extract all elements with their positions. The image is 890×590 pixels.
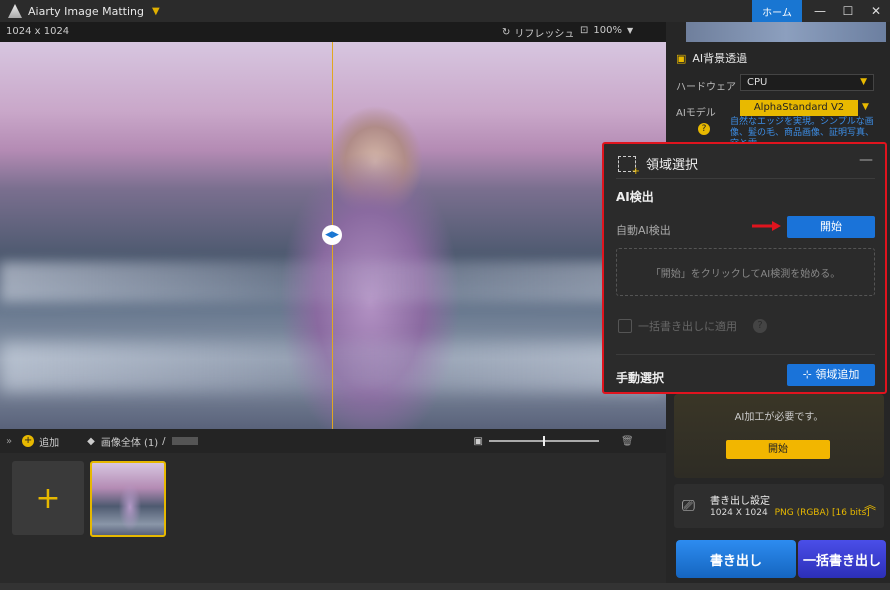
batch-apply-row: 一括書き出しに適用 ?	[618, 318, 767, 334]
batch-export-button[interactable]: 一括書き出し	[798, 540, 886, 578]
photo-wave	[0, 262, 666, 302]
thumb-size-slider[interactable]	[489, 436, 599, 446]
chevron-down-icon[interactable]: ▼	[862, 102, 869, 112]
slider-handle[interactable]	[543, 436, 545, 446]
breadcrumb-filename-blurred	[171, 437, 198, 445]
popup-title-text: 領域選択	[646, 158, 699, 173]
add-region-button[interactable]: ⊹ 領域追加	[787, 364, 875, 386]
app-window: Aiarty Image Matting ▼ ホーム — ☐ ✕ 1024 x …	[0, 0, 890, 590]
popup-title: + 領域選択	[618, 154, 699, 177]
refresh-button[interactable]: ↻ リフレッシュ	[502, 25, 574, 40]
minimize-icon[interactable]: —	[806, 0, 834, 22]
batch-apply-checkbox[interactable]	[618, 319, 632, 333]
image-icon: ▣	[473, 435, 483, 447]
photo-wave	[0, 342, 666, 392]
detect-hint-box: 「開始」をクリックしてAI検測を始める。	[616, 248, 875, 296]
bg-removal-icon: ▣	[676, 51, 687, 65]
add-label[interactable]: 追加	[39, 434, 59, 449]
chevron-down-icon[interactable]: ▼	[152, 6, 160, 17]
region-select-icon: +	[618, 155, 640, 177]
start-detect-button[interactable]: 開始	[787, 216, 875, 238]
image-thumbnail[interactable]	[90, 461, 166, 537]
thumbnail-toolbar: » + 追加 ◆ 画像全体 (1) / ▣ 🗑	[0, 429, 666, 453]
hardware-label: ハードウェア	[676, 82, 736, 93]
trash-icon[interactable]: 🗑	[621, 436, 634, 447]
canvas-toolbar: 1024 x 1024 ↻ リフレッシュ ⊡ 100% ▼	[0, 22, 666, 42]
back-arrow-icon[interactable]: ◆	[87, 436, 95, 447]
preview-strip	[686, 22, 886, 42]
export-settings-icon: ⎚	[682, 496, 695, 515]
manual-select-heading: 手動選択	[616, 371, 665, 385]
app-logo-icon	[8, 4, 22, 18]
zoom-fit-icon: ⊡	[580, 25, 589, 36]
model-label: AIモデル	[676, 108, 716, 119]
ai-start-button[interactable]: 開始	[726, 440, 830, 459]
compare-handle-icon[interactable]: ◀▶	[322, 225, 342, 245]
export-size: 1024 X 1024	[710, 508, 768, 518]
model-select[interactable]: AlphaStandard V2	[740, 100, 858, 116]
breadcrumb-separator: /	[162, 435, 166, 447]
home-button[interactable]: ホーム	[752, 0, 802, 22]
add-image-tile[interactable]: +	[12, 461, 84, 535]
hardware-select[interactable]: CPU ▼	[740, 74, 874, 91]
export-settings[interactable]: ⎚ 書き出し設定 1024 X 1024 PNG (RGBA) [16 bits…	[674, 484, 884, 528]
chevron-down-icon: ▼	[860, 77, 867, 87]
section-title: AI背景透過	[692, 52, 748, 65]
help-icon[interactable]: ?	[698, 123, 710, 135]
breadcrumb-all-images[interactable]: 画像全体 (1)	[101, 434, 158, 449]
image-dimensions: 1024 x 1024	[6, 26, 70, 37]
help-icon[interactable]: ?	[753, 319, 767, 333]
export-format: PNG (RGBA) [16 bits]	[774, 508, 870, 518]
hardware-value: CPU	[747, 77, 768, 88]
app-title: Aiarty Image Matting	[28, 4, 144, 18]
close-icon[interactable]: ✕	[862, 0, 890, 22]
ai-detect-heading: AI検出	[616, 190, 654, 204]
add-region-label: 領域追加	[815, 368, 860, 381]
chevron-up-icon[interactable]: ︽	[864, 496, 876, 513]
export-info: 1024 X 1024 PNG (RGBA) [16 bits]	[710, 508, 870, 518]
bg-removal-section-title: ▣ AI背景透過	[676, 50, 747, 66]
export-title: 書き出し設定	[710, 496, 770, 507]
refresh-label: リフレッシュ	[514, 29, 575, 40]
ai-needed-text: AI加工が必要です。	[734, 412, 824, 423]
export-button[interactable]: 書き出し	[676, 540, 796, 578]
chevron-down-icon: ▼	[626, 26, 634, 35]
add-region-icon: ⊹	[802, 368, 812, 381]
divider	[616, 178, 875, 179]
auto-detect-label: 自動AI検出	[616, 224, 671, 237]
ai-process-panel: AI加工が必要です。 開始	[674, 394, 884, 478]
refresh-icon: ↻	[502, 27, 511, 38]
status-bar	[0, 583, 890, 590]
divider	[616, 354, 875, 355]
red-arrow-icon	[752, 221, 781, 231]
region-select-popup: + 領域選択 — AI検出 自動AI検出 開始 「開始」をクリックしてAI検測を…	[602, 142, 887, 394]
thumbnail-strip: +	[0, 453, 666, 583]
add-icon[interactable]: +	[22, 435, 35, 447]
minimize-popup-icon[interactable]: —	[859, 152, 873, 168]
collapse-icon[interactable]: »	[6, 436, 12, 447]
title-bar: Aiarty Image Matting ▼ ホーム — ☐ ✕	[0, 0, 890, 22]
image-canvas[interactable]: ◀▶	[0, 42, 666, 429]
zoom-control[interactable]: ⊡ 100% ▼	[580, 25, 633, 36]
zoom-level: 100%	[593, 25, 622, 36]
maximize-icon[interactable]: ☐	[834, 0, 862, 22]
batch-apply-label: 一括書き出しに適用	[638, 320, 737, 333]
